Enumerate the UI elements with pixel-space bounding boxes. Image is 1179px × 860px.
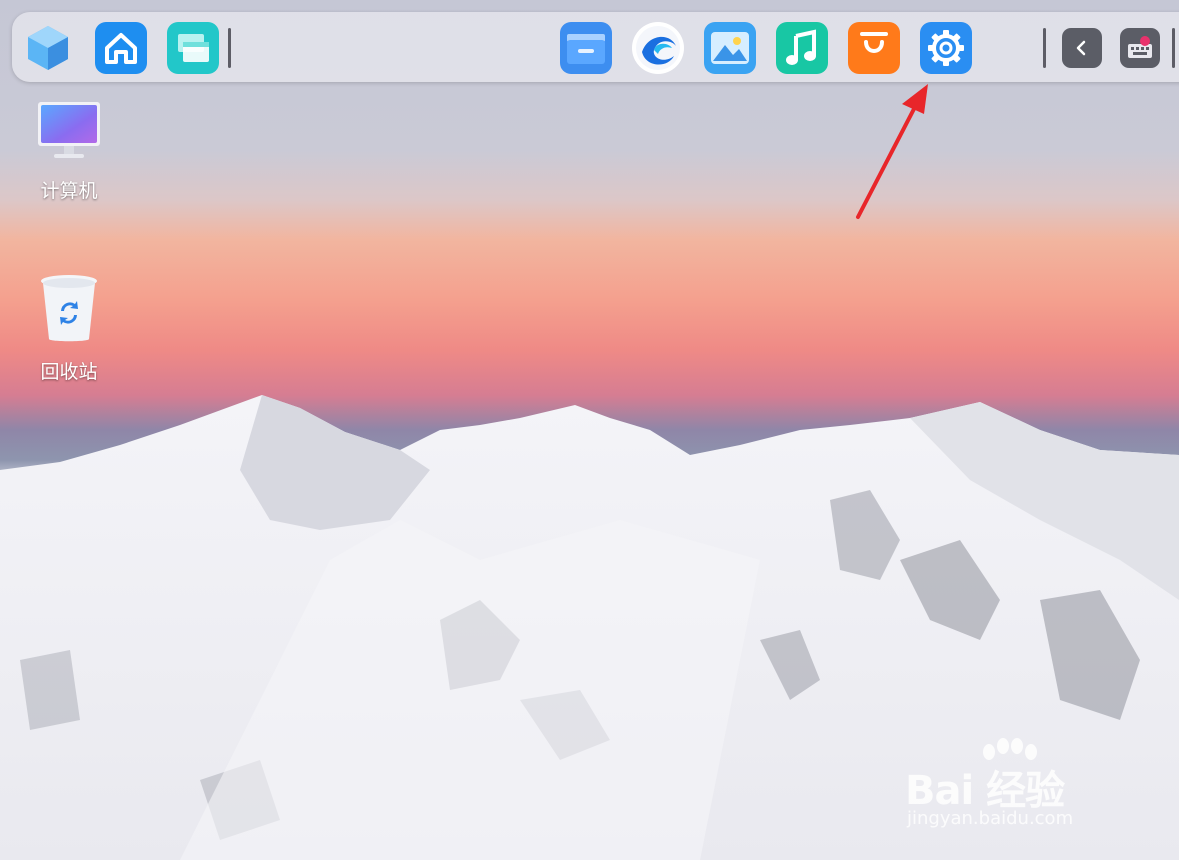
watermark-url: jingyan.baidu.com	[907, 808, 1074, 829]
red-arrow-icon	[856, 84, 928, 219]
baidu-watermark: Bai 经验 jingyan.baidu.com	[905, 738, 1135, 838]
